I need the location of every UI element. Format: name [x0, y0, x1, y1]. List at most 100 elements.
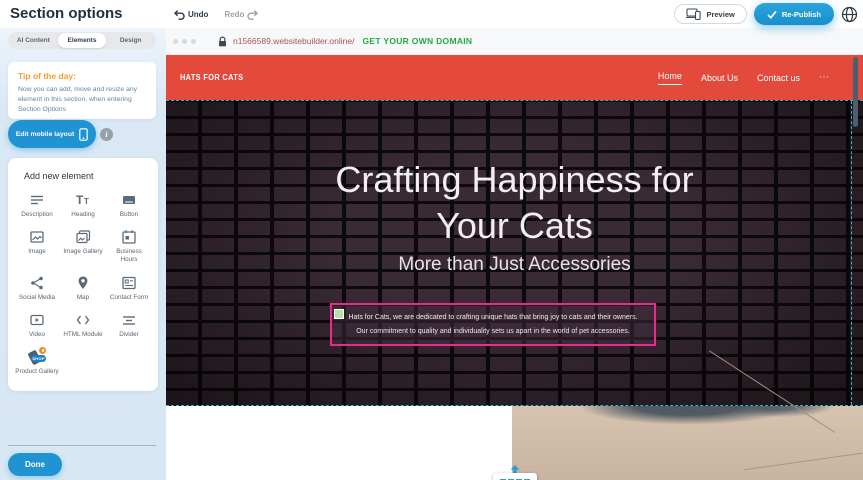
panel-tabs: AI Content Elements Design — [8, 32, 156, 49]
element-item-label: Map — [77, 294, 89, 302]
devices-icon — [686, 8, 701, 20]
element-grid: Description TT Heading Button Image Imag… — [8, 181, 158, 376]
element-item-label: Social Media — [19, 294, 55, 302]
section-resize-handle[interactable] — [492, 465, 538, 480]
map-pin-icon — [75, 274, 91, 291]
undo-label: Undo — [188, 10, 208, 19]
element-item-html-module[interactable]: HTML Module — [60, 311, 106, 339]
top-right-actions: Preview Re-Publish — [674, 0, 858, 28]
element-item-label: Heading — [71, 211, 94, 219]
undo-icon — [172, 8, 185, 21]
add-element-title: Add new element — [8, 158, 158, 181]
preview-label: Preview — [706, 10, 734, 19]
site-nav: Home About Us Contact us ⋯ — [658, 55, 829, 100]
redo-label: Redo — [224, 10, 244, 19]
shop-tag: SHOP — [31, 355, 46, 362]
divider-icon — [121, 311, 137, 328]
info-icon[interactable]: i — [100, 128, 113, 141]
hero-subheading[interactable]: More than Just Accessories — [166, 254, 863, 276]
button-icon — [121, 191, 137, 208]
element-item-divider[interactable]: Divider — [106, 311, 152, 339]
tab-label: Design — [120, 37, 142, 44]
edit-mobile-label: Edit mobile layout — [16, 131, 75, 138]
element-item-label: Product Gallery — [15, 368, 58, 376]
selected-hero-section[interactable]: Crafting Happiness for Your Cats More th… — [166, 100, 863, 406]
video-icon — [29, 311, 45, 328]
site-url[interactable]: n1566589.websitebuilder.online/ — [233, 36, 354, 46]
element-item-description[interactable]: Description — [14, 191, 60, 219]
browser-address-bar: n1566589.websitebuilder.online/ GET YOUR… — [166, 28, 863, 55]
done-label: Done — [25, 460, 45, 469]
tab-label: Elements — [68, 37, 97, 44]
element-item-business-hours[interactable]: Business Hours — [106, 228, 152, 264]
lock-icon — [218, 36, 227, 47]
tip-of-the-day-card: Tip of the day: Now you can add, move an… — [8, 62, 156, 119]
republish-button[interactable]: Re-Publish — [754, 3, 834, 25]
heading-icon: TT — [75, 191, 91, 208]
element-item-image-gallery[interactable]: Image Gallery — [60, 228, 106, 264]
paragraph-line2: Our commitment to quality and individual… — [356, 325, 630, 338]
window-dots — [173, 39, 196, 44]
element-item-label: Contact Form — [110, 294, 148, 302]
nav-about-us[interactable]: About Us — [701, 73, 738, 83]
tip-body: Now you can add, move and resize any ele… — [18, 85, 146, 116]
app-window: Section options Undo Redo Preview Re-Pub… — [0, 0, 863, 480]
tab-label: AI Content — [17, 37, 50, 44]
tip-title: Tip of the day: — [18, 71, 146, 81]
element-item-social-media[interactable]: Social Media — [14, 274, 60, 302]
paragraph-line1: Hats for Cats, we are dedicated to craft… — [348, 311, 637, 324]
nav-more-icon[interactable]: ⋯ — [819, 72, 829, 83]
resize-handle-bar — [493, 473, 537, 480]
element-item-label: Image — [28, 248, 46, 256]
get-own-domain-link[interactable]: GET YOUR OWN DOMAIN — [362, 36, 472, 46]
description-icon — [29, 191, 45, 208]
image-icon — [29, 228, 45, 245]
page-title: Section options — [10, 0, 123, 28]
selected-paragraph-element[interactable]: Hats for Cats, we are dedicated to craft… — [330, 303, 656, 346]
preview-button[interactable]: Preview — [674, 4, 746, 24]
image-gallery-icon — [75, 228, 91, 245]
element-item-product-gallery[interactable]: SHOP Product Gallery — [14, 348, 60, 376]
social-media-icon — [29, 274, 45, 291]
redo-button[interactable]: Redo — [224, 8, 260, 21]
product-gallery-icon: SHOP — [27, 348, 47, 365]
globe-language-icon[interactable] — [841, 6, 858, 23]
tab-elements[interactable]: Elements — [58, 33, 107, 48]
next-section-image — [512, 406, 863, 480]
redo-icon — [247, 8, 260, 21]
site-header: HATS FOR CATS Home About Us Contact us ⋯ — [166, 55, 863, 100]
element-item-contact-form[interactable]: Contact Form — [106, 274, 152, 302]
tab-ai-content[interactable]: AI Content — [9, 33, 58, 48]
svg-text:T: T — [76, 193, 84, 207]
arrow-up-icon — [510, 465, 520, 473]
element-item-heading[interactable]: TT Heading — [60, 191, 106, 219]
top-toolbar: Section options Undo Redo Preview Re-Pub… — [0, 0, 863, 28]
element-item-label: Business Hours — [107, 248, 151, 264]
element-item-button[interactable]: Button — [106, 191, 152, 219]
element-item-label: Divider — [119, 331, 139, 339]
site-logo[interactable]: HATS FOR CATS — [180, 55, 243, 100]
selection-handle[interactable] — [334, 309, 344, 319]
undo-redo-group: Undo Redo — [172, 0, 260, 28]
hero-heading[interactable]: Crafting Happiness for Your Cats — [166, 157, 863, 249]
nav-contact-us[interactable]: Contact us — [757, 73, 800, 83]
contact-form-icon — [121, 274, 137, 291]
svg-text:T: T — [84, 197, 89, 206]
floor-crack-line — [744, 453, 863, 471]
tab-design[interactable]: Design — [106, 33, 155, 48]
element-item-video[interactable]: Video — [14, 311, 60, 339]
edit-mobile-layout-button[interactable]: Edit mobile layout — [8, 120, 96, 148]
nav-home[interactable]: Home — [658, 71, 682, 85]
canvas-scrollbar-thumb[interactable] — [853, 57, 858, 127]
element-item-label: HTML Module — [63, 331, 102, 339]
done-button[interactable]: Done — [8, 453, 62, 476]
panel-divider — [8, 445, 156, 446]
html-code-icon — [75, 311, 91, 328]
check-icon — [767, 10, 777, 19]
element-item-image[interactable]: Image — [14, 228, 60, 264]
new-badge-icon — [39, 347, 46, 354]
element-item-map[interactable]: Map — [60, 274, 106, 302]
undo-button[interactable]: Undo — [172, 8, 208, 21]
hero-heading-line1: Crafting Happiness for — [166, 157, 863, 203]
section-options-panel: AI Content Elements Design Tip of the da… — [0, 28, 166, 480]
